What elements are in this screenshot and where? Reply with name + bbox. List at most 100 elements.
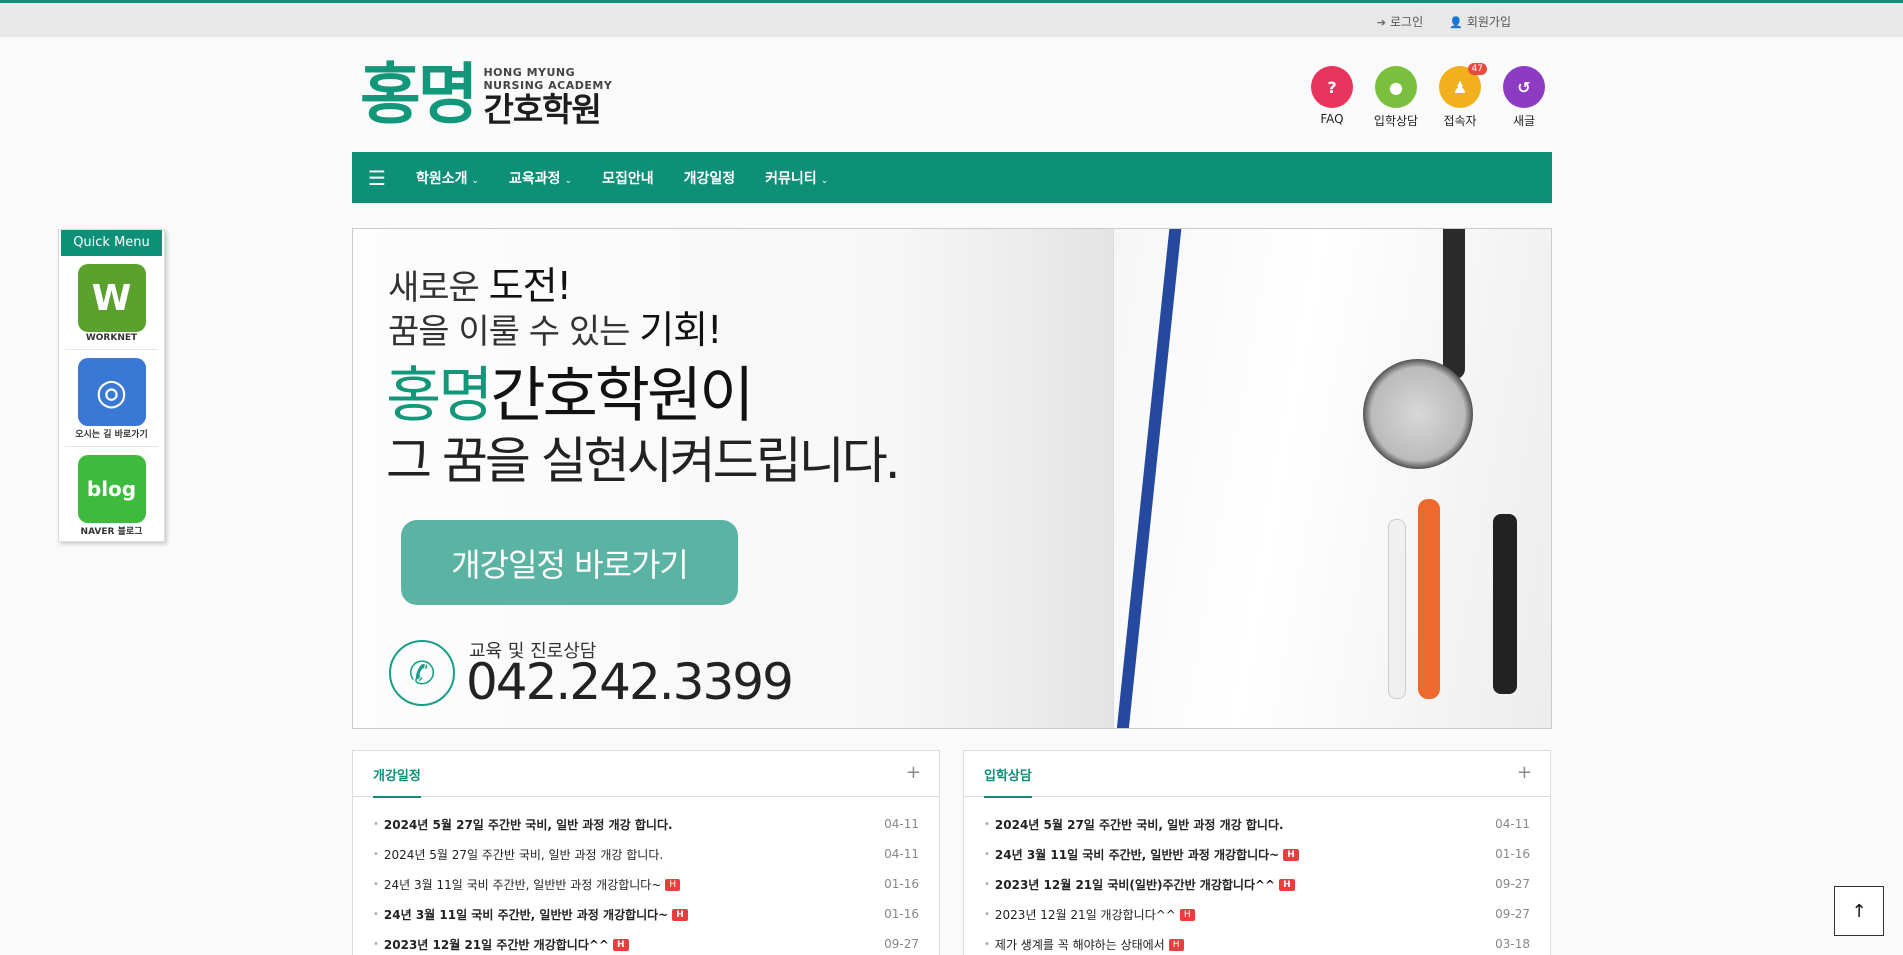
post-title[interactable]: 24년 3월 11일 국비 주간반, 일반반 과정 개강합니다~ H xyxy=(995,846,1495,863)
doctor-coat-image xyxy=(1113,229,1551,728)
bullet-icon: • xyxy=(373,848,379,860)
new-badge: H xyxy=(1168,939,1184,951)
blog-logo-icon: blog xyxy=(77,455,146,523)
shortcut-label: 새글 xyxy=(1512,114,1536,128)
more-icon[interactable]: + xyxy=(906,762,921,783)
nav-item-3[interactable]: 개강일정 xyxy=(684,168,736,188)
post-title[interactable]: 제가 생계를 꼭 해야하는 상태에서 H xyxy=(995,936,1495,953)
nav-item-4[interactable]: 커뮤니티 ⌄ xyxy=(765,168,828,188)
shortcut-3[interactable]: ↺ 새글 xyxy=(1503,66,1545,129)
logo-korean: 간호학원 xyxy=(483,90,601,129)
board-header: 입학상담 + xyxy=(964,751,1550,798)
header-shortcuts: ? FAQ ● 입학상담 ♟ 47 접속자 ↺ 새글 xyxy=(1311,63,1545,129)
new-badge: H xyxy=(1279,879,1295,891)
more-icon[interactable]: + xyxy=(1517,762,1532,783)
directions-logo-icon: ◎ xyxy=(77,358,146,426)
shortcut-label: 접속자 xyxy=(1443,114,1477,128)
schedule-cta-button[interactable]: 개강일정 바로가기 xyxy=(401,520,738,605)
post-date: 04-11 xyxy=(1495,817,1530,831)
phone-number: 042.242.3399 xyxy=(466,653,794,711)
nav-item-1[interactable]: 교육과정 ⌄ xyxy=(509,168,572,188)
site-logo[interactable]: 홍명 HONG MYUNG NURSING ACADEMY 간호학원 xyxy=(360,58,612,132)
list-item[interactable]: • 2023년 12월 21일 주간반 개강합니다^^ H 09-27 xyxy=(373,929,919,955)
new-badge: H xyxy=(665,879,681,891)
list-item[interactable]: • 2023년 12월 21일 국비(일반)주간반 개강합니다^^ H 09-27 xyxy=(984,869,1530,899)
board-list: • 2024년 5월 27일 주간반 국비, 일반 과정 개강 합니다. 04-11… xyxy=(964,797,1550,955)
post-title[interactable]: 24년 3월 11일 국비 주간반, 일반반 과정 개강합니다~ H xyxy=(384,876,884,893)
bullet-icon: • xyxy=(984,908,990,920)
main-navigation: ☰ 학원소개 ⌄ 교육과정 ⌄ 모집안내 개강일정 커뮤니티 ⌄ xyxy=(352,152,1552,203)
divider xyxy=(65,446,158,447)
post-title[interactable]: 2024년 5월 27일 주간반 국비, 일반 과정 개강 합니다. xyxy=(384,816,884,833)
question-icon: ? xyxy=(1311,66,1353,108)
new-badge: H xyxy=(1179,909,1195,921)
divider xyxy=(65,349,158,350)
bullet-icon: • xyxy=(373,878,379,890)
post-date: 01-16 xyxy=(884,907,919,921)
main-banner: 새로운 도전! 꿈을 이룰 수 있는 기회! 홍명간호학원이 그 꿈을 실현시켜… xyxy=(352,228,1552,729)
bullet-icon: • xyxy=(373,908,379,920)
chevron-down-icon: ⌄ xyxy=(564,175,573,186)
post-title[interactable]: 2023년 12월 21일 국비(일반)주간반 개강합니다^^ H xyxy=(995,876,1495,893)
bullet-icon: • xyxy=(984,878,990,890)
quick-link-directions[interactable]: ◎ 오시는 길 바로가기 xyxy=(59,358,164,440)
new-badge: H xyxy=(612,939,629,951)
logo-english-line1: HONG MYUNG xyxy=(483,66,576,79)
list-item[interactable]: • 2023년 12월 21일 개강합니다^^ H 09-27 xyxy=(984,899,1530,929)
list-item[interactable]: • 제가 생계를 꼭 해야하는 상태에서 H 03-18 xyxy=(984,929,1530,955)
post-title[interactable]: 2024년 5월 27일 주간반 국비, 일반 과정 개강 합니다. xyxy=(995,816,1495,833)
nav-item-2[interactable]: 모집안내 xyxy=(602,168,654,188)
board-list: • 2024년 5월 27일 주간반 국비, 일반 과정 개강 합니다. 04-11… xyxy=(353,797,939,955)
shortcut-1[interactable]: ● 입학상담 xyxy=(1374,66,1418,129)
post-date: 04-11 xyxy=(884,817,919,831)
menu-icon[interactable]: ☰ xyxy=(368,166,386,190)
banner-headline-4: 그 꿈을 실현시켜드립니다. xyxy=(386,432,901,490)
visitor-count-badge: 47 xyxy=(1467,63,1487,75)
new-badge: H xyxy=(672,909,688,921)
new-badge: H xyxy=(1283,849,1299,861)
board-title[interactable]: 입학상담 xyxy=(984,765,1032,798)
quick-link-caption: WORKNET xyxy=(85,333,138,343)
bullet-icon: • xyxy=(984,818,990,830)
account-links: ➔ 로그인 👤 회원가입 xyxy=(1377,13,1511,30)
nav-item-0[interactable]: 학원소개 ⌄ xyxy=(416,168,479,188)
phone-icon: ✆ xyxy=(389,640,455,706)
scroll-to-top-button[interactable]: ↑ xyxy=(1834,886,1884,936)
quick-link-worknet[interactable]: W WORKNET xyxy=(59,264,164,343)
post-title[interactable]: 2023년 12월 21일 주간반 개강합니다^^ H xyxy=(384,936,884,953)
list-item[interactable]: • 24년 3월 11일 국비 주간반, 일반반 과정 개강합니다~ H 01-16 xyxy=(373,899,919,929)
quick-menu: Quick Menu W WORKNET ◎ 오시는 길 바로가기 blog NAVER … xyxy=(58,229,165,542)
list-item[interactable]: • 2024년 5월 27일 주간반 국비, 일반 과정 개강 합니다. 04-11 xyxy=(984,809,1530,839)
shortcut-0[interactable]: ? FAQ xyxy=(1311,66,1353,129)
shortcut-label: FAQ xyxy=(1320,112,1344,126)
list-item[interactable]: • 2024년 5월 27일 주간반 국비, 일반 과정 개강 합니다. 04-11 xyxy=(373,809,919,839)
post-date: 04-11 xyxy=(884,847,919,861)
board-title[interactable]: 개강일정 xyxy=(373,765,421,798)
schedule-board: 개강일정 + • 2024년 5월 27일 주간반 국비, 일반 과정 개강 합니다.… xyxy=(352,750,940,955)
quick-link-blog[interactable]: blog NAVER 블로그 xyxy=(59,455,164,537)
chevron-down-icon: ⌄ xyxy=(820,175,829,186)
post-date: 09-27 xyxy=(1495,877,1530,891)
post-date: 03-18 xyxy=(1495,937,1530,951)
post-title[interactable]: 24년 3월 11일 국비 주간반, 일반반 과정 개강합니다~ H xyxy=(384,906,884,923)
list-item[interactable]: • 24년 3월 11일 국비 주간반, 일반반 과정 개강합니다~ H 01-16 xyxy=(373,869,919,899)
login-link[interactable]: ➔ 로그인 xyxy=(1377,13,1423,30)
pen-image xyxy=(1493,514,1517,694)
list-item[interactable]: • 2024년 5월 27일 주간반 국비, 일반 과정 개강 합니다. 04-11 xyxy=(373,839,919,869)
signup-link[interactable]: 👤 회원가입 xyxy=(1449,13,1511,30)
banner-headline-2: 꿈을 이룰 수 있는 기회! xyxy=(388,308,722,352)
chat-icon: ● xyxy=(1375,66,1417,108)
board-header: 개강일정 + xyxy=(353,751,939,798)
post-title[interactable]: 2023년 12월 21일 개강합니다^^ H xyxy=(995,906,1495,923)
bullet-icon: • xyxy=(984,938,990,950)
list-item[interactable]: • 24년 3월 11일 국비 주간반, 일반반 과정 개강합니다~ H 01-16 xyxy=(984,839,1530,869)
bullet-icon: • xyxy=(984,848,990,860)
bullet-icon: • xyxy=(373,938,379,950)
stethoscope-image xyxy=(1363,359,1473,469)
quick-link-caption: NAVER 블로그 xyxy=(80,527,143,537)
top-utility-bar: ➔ 로그인 👤 회원가입 xyxy=(0,0,1903,37)
shortcut-2[interactable]: ♟ 47 접속자 xyxy=(1439,63,1487,129)
post-date: 09-27 xyxy=(884,937,919,951)
bullet-icon: • xyxy=(373,818,379,830)
post-title[interactable]: 2024년 5월 27일 주간반 국비, 일반 과정 개강 합니다. xyxy=(384,846,884,863)
